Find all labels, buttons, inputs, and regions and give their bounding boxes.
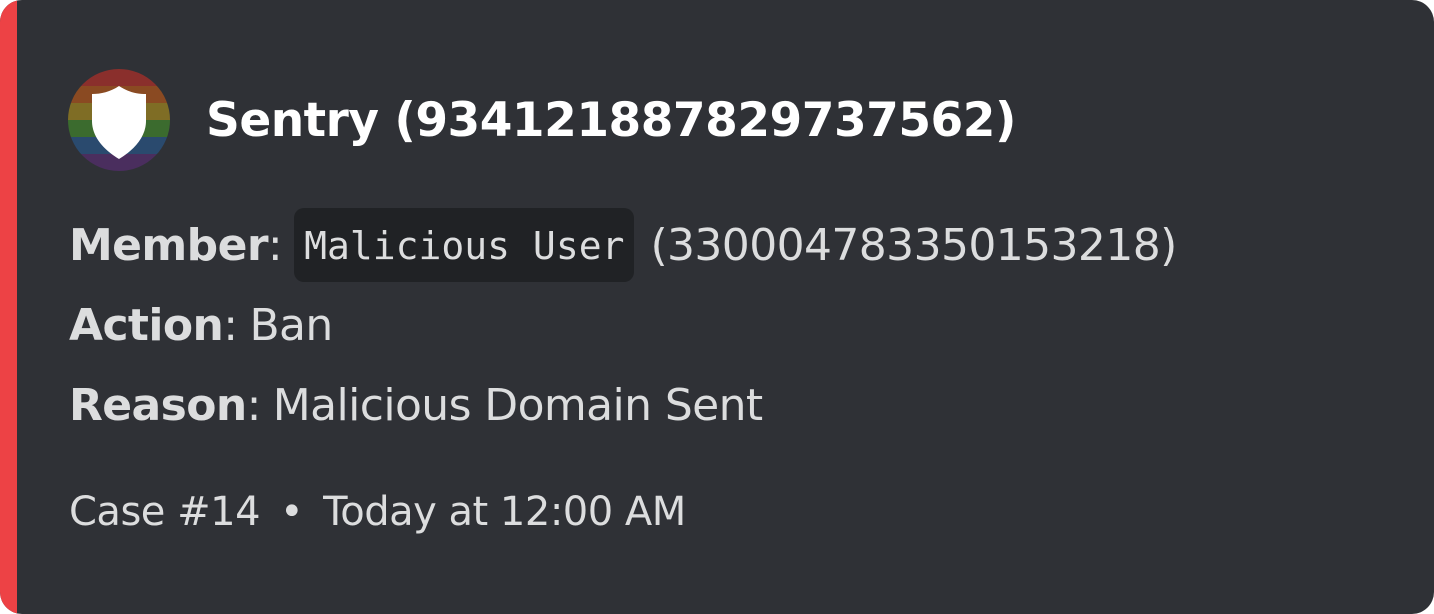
field-label-action: Action	[69, 299, 224, 351]
moderation-embed: Sentry (934121887829737562) Member: Malic…	[0, 0, 1434, 614]
footer-timestamp: Today at 12:00 AM	[323, 489, 686, 535]
footer-separator: •	[280, 489, 304, 535]
field-label-reason: Reason	[69, 379, 247, 431]
action-value: Ban	[249, 299, 333, 351]
case-number: Case #14	[69, 489, 261, 535]
author-name[interactable]: Sentry (934121887829737562)	[206, 93, 1016, 148]
field-colon: :	[267, 219, 283, 271]
field-action: Action: Ban	[69, 285, 1409, 365]
field-colon: :	[246, 379, 262, 431]
field-reason: Reason: Malicious Domain Sent	[69, 365, 1409, 445]
field-label-member: Member	[69, 219, 269, 271]
field-colon: :	[223, 299, 238, 351]
member-id: (330004783350153218)	[650, 219, 1177, 271]
member-username-code: Malicious User	[294, 208, 635, 282]
field-member: Member: Malicious User (330004783350153218…	[69, 205, 1409, 285]
embed-author: Sentry (934121887829737562)	[68, 69, 1016, 171]
embed-footer: Case #14 • Today at 12:00 AM	[69, 482, 686, 542]
embed-accent-bar	[0, 0, 17, 614]
reason-value: Malicious Domain Sent	[272, 379, 763, 431]
embed-fields: Member: Malicious User (330004783350153218…	[69, 205, 1409, 445]
bot-avatar[interactable]	[68, 69, 170, 171]
shield-icon	[68, 69, 170, 171]
